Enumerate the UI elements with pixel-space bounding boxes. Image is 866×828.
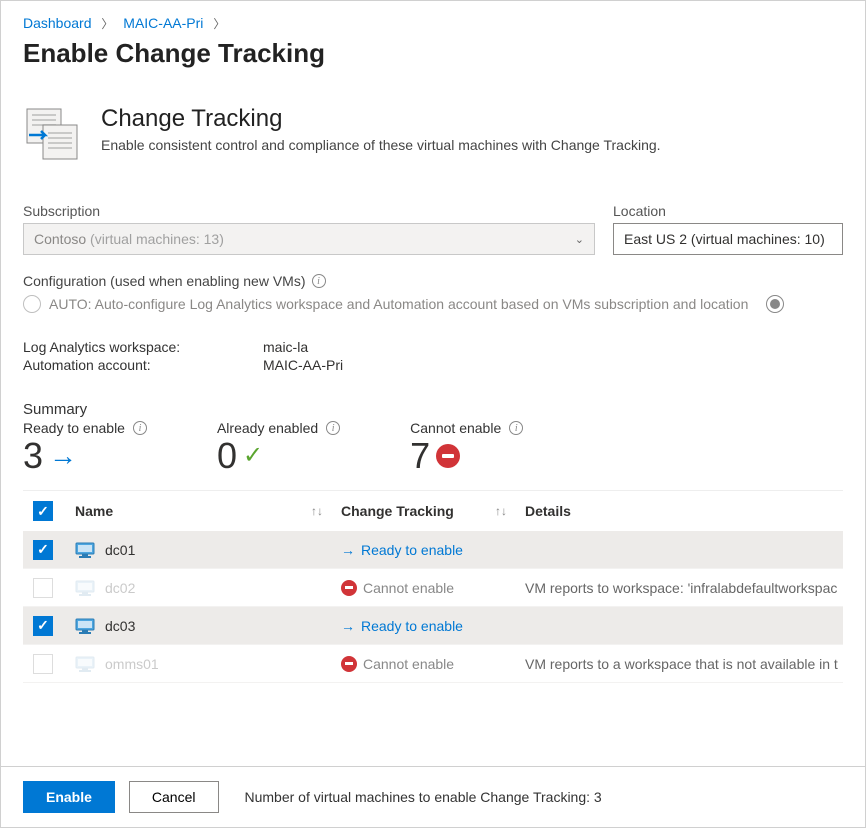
status-label: Ready to enable xyxy=(361,618,463,634)
summary-label: Summary xyxy=(23,401,843,418)
summary-cannot-value: 7 xyxy=(410,438,430,474)
info-icon[interactable]: i xyxy=(133,421,147,435)
col-header-name[interactable]: Name xyxy=(75,503,113,519)
summary-already[interactable]: Already enabled i 0 ✓ xyxy=(217,420,340,474)
enable-button[interactable]: Enable xyxy=(23,781,115,813)
vm-name: dc01 xyxy=(105,542,135,558)
summary-ready-label: Ready to enable xyxy=(23,420,125,436)
row-details: VM reports to workspace: 'infralabdefaul… xyxy=(525,580,843,596)
vm-name: omms01 xyxy=(105,656,159,672)
log-analytics-label: Log Analytics workspace: xyxy=(23,339,263,355)
vm-name: dc02 xyxy=(105,580,135,596)
col-header-details[interactable]: Details xyxy=(525,503,571,519)
breadcrumb: Dashboard 〉 MAIC-AA-Pri 〉 xyxy=(23,15,843,32)
breadcrumb-resource[interactable]: MAIC-AA-Pri xyxy=(123,15,203,31)
cancel-button[interactable]: Cancel xyxy=(129,781,219,813)
automation-label: Automation account: xyxy=(23,357,263,373)
footer-text: Number of virtual machines to enable Cha… xyxy=(245,789,602,805)
select-all-checkbox[interactable] xyxy=(33,501,53,521)
log-analytics-value: maic-la xyxy=(263,339,308,355)
radio-custom xyxy=(766,295,784,313)
row-checkbox[interactable] xyxy=(33,540,53,560)
col-header-tracking[interactable]: Change Tracking xyxy=(341,503,454,519)
status-label: Cannot enable xyxy=(363,580,454,596)
chevron-right-icon: 〉 xyxy=(101,17,113,31)
summary-ready-value: 3 xyxy=(23,438,43,474)
table-row[interactable]: omms01 Cannot enable VM reports to a wor… xyxy=(23,645,843,683)
info-icon[interactable]: i xyxy=(312,274,326,288)
status-label: Cannot enable xyxy=(363,656,454,672)
breadcrumb-dashboard[interactable]: Dashboard xyxy=(23,15,92,31)
summary-cannot[interactable]: Cannot enable i 7 xyxy=(410,420,523,474)
change-tracking-icon xyxy=(23,105,81,163)
summary-cannot-label: Cannot enable xyxy=(410,420,501,436)
info-icon[interactable]: i xyxy=(509,421,523,435)
row-checkbox[interactable] xyxy=(33,616,53,636)
location-label: Location xyxy=(613,203,843,219)
summary-ready[interactable]: Ready to enable i 3 → xyxy=(23,420,147,474)
sort-icon[interactable]: ↑↓ xyxy=(495,504,507,518)
error-icon xyxy=(436,444,460,468)
checkmark-icon: ✓ xyxy=(243,444,263,468)
subscription-value: Contoso xyxy=(34,231,86,247)
subscription-suffix: (virtual machines: 13) xyxy=(90,231,224,247)
summary-already-label: Already enabled xyxy=(217,420,318,436)
info-icon[interactable]: i xyxy=(326,421,340,435)
radio-auto-label: AUTO: Auto-configure Log Analytics works… xyxy=(49,296,748,312)
location-select[interactable]: East US 2 (virtual machines: 10) xyxy=(613,223,843,255)
chevron-right-icon: 〉 xyxy=(213,17,225,31)
automation-value: MAIC-AA-Pri xyxy=(263,357,343,373)
vm-table: Name ↑↓ Change Tracking ↑↓ Details dc01 … xyxy=(23,490,843,683)
table-row[interactable]: dc03 → Ready to enable xyxy=(23,607,843,645)
row-details: VM reports to a workspace that is not av… xyxy=(525,656,843,672)
row-checkbox xyxy=(33,654,53,674)
vm-name: dc03 xyxy=(105,618,135,634)
radio-auto xyxy=(23,295,41,313)
configuration-label: Configuration (used when enabling new VM… xyxy=(23,273,306,289)
row-checkbox xyxy=(33,578,53,598)
hero-title: Change Tracking xyxy=(101,105,661,133)
status-label: Ready to enable xyxy=(361,542,463,558)
sort-icon[interactable]: ↑↓ xyxy=(311,504,323,518)
subscription-select: Contoso (virtual machines: 13) ⌄ xyxy=(23,223,595,255)
chevron-down-icon: ⌄ xyxy=(575,233,584,246)
table-row[interactable]: dc02 Cannot enable VM reports to workspa… xyxy=(23,569,843,607)
hero-subtitle: Enable consistent control and compliance… xyxy=(101,137,661,153)
error-icon xyxy=(341,656,357,672)
table-row[interactable]: dc01 → Ready to enable xyxy=(23,531,843,569)
summary-already-value: 0 xyxy=(217,438,237,474)
error-icon xyxy=(341,580,357,596)
page-title: Enable Change Tracking xyxy=(23,38,843,69)
arrow-right-icon: → xyxy=(341,542,355,558)
arrow-right-icon: → xyxy=(341,618,355,634)
arrow-right-icon: → xyxy=(49,442,77,470)
location-value: East US 2 (virtual machines: 10) xyxy=(624,231,825,247)
subscription-label: Subscription xyxy=(23,203,595,219)
